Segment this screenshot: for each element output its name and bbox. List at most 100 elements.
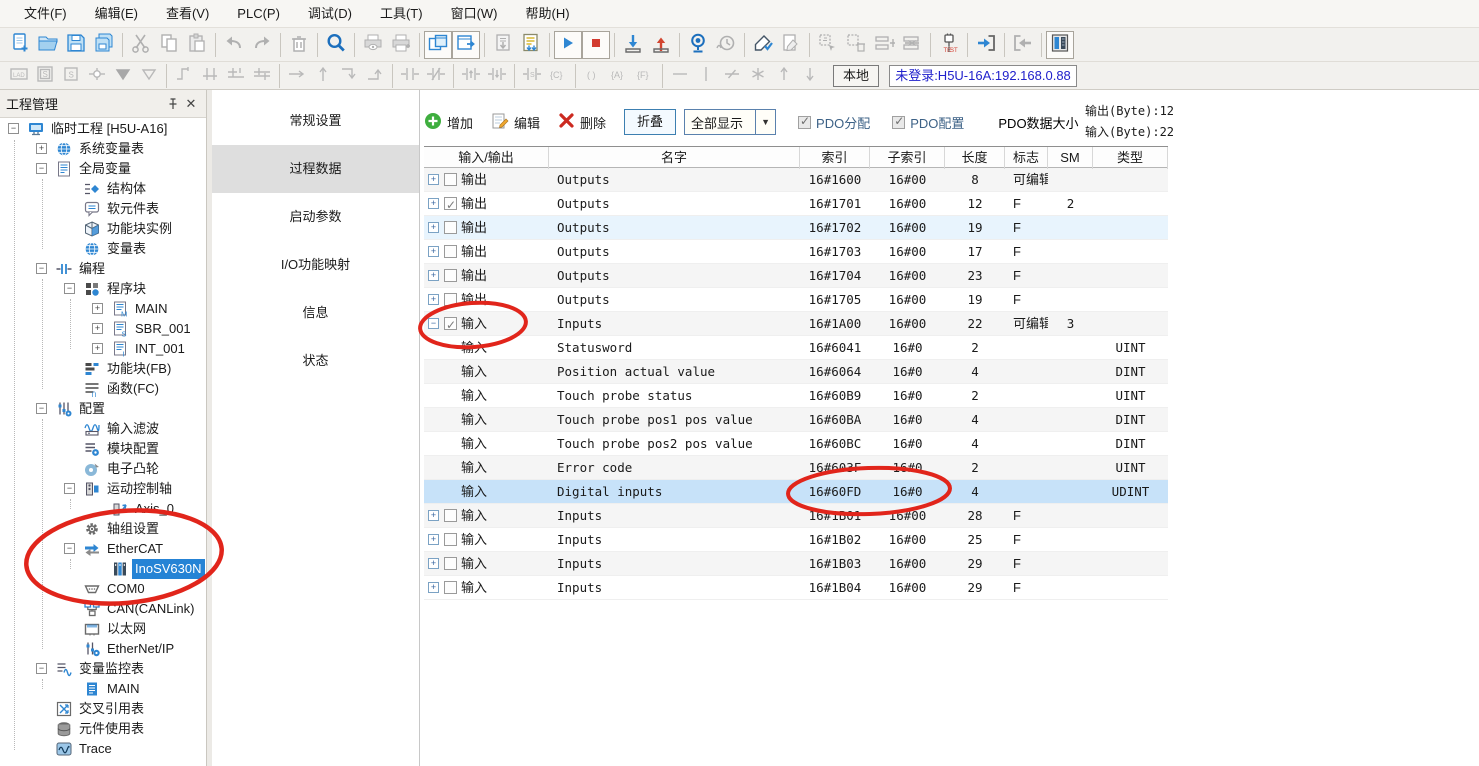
test-device-button[interactable]: TEST xyxy=(935,31,963,59)
print-button[interactable] xyxy=(387,31,415,59)
table-row-touch-probe-status[interactable]: 输入Touch probe status16#60B916#02UINT xyxy=(424,384,1168,408)
line-right-button[interactable] xyxy=(284,64,310,88)
new-file-button[interactable] xyxy=(6,31,34,59)
save-all-button[interactable] xyxy=(90,31,118,59)
expand-icon[interactable]: + xyxy=(428,582,439,593)
tree-item-[interactable]: 电子凸轮 xyxy=(0,459,206,479)
expand-icon[interactable]: + xyxy=(92,343,103,354)
edit-button[interactable]: 编辑 xyxy=(491,112,540,133)
arrow-down-button[interactable] xyxy=(797,64,823,88)
expand-icon[interactable]: + xyxy=(36,143,47,154)
tree-item-h5ua16[interactable]: −临时工程 [H5U-A16] xyxy=(0,119,206,139)
matrix-delete-button[interactable] xyxy=(842,31,870,59)
tree-item-[interactable]: 功能块实例 xyxy=(0,219,206,239)
trace-clock-button[interactable] xyxy=(712,31,740,59)
close-icon[interactable]: ✕ xyxy=(182,95,200,113)
tree-item-sbr_001[interactable]: +SSBR_001 xyxy=(0,319,206,339)
contact-closed-button[interactable] xyxy=(423,64,449,88)
expand-icon[interactable]: + xyxy=(428,246,439,257)
login-button[interactable] xyxy=(972,31,1000,59)
pdo-checkbox[interactable] xyxy=(444,197,457,210)
tab-[interactable]: 过程数据 xyxy=(212,145,419,193)
cascade-windows-button[interactable] xyxy=(424,31,452,59)
collapse-icon[interactable]: − xyxy=(64,283,75,294)
tree-item-[interactable]: 元件使用表 xyxy=(0,719,206,739)
tab-[interactable]: 启动参数 xyxy=(212,193,419,241)
table-row-16#1B04[interactable]: +输入Inputs16#1B0416#0029F xyxy=(424,576,1168,600)
tree-item-[interactable]: −全局变量 xyxy=(0,159,206,179)
download-plc-button[interactable] xyxy=(619,31,647,59)
export-window-button[interactable] xyxy=(452,31,480,59)
collapse-icon[interactable]: − xyxy=(8,123,19,134)
memory-book-button[interactable] xyxy=(1046,31,1074,59)
table-row-16#1701[interactable]: +输出Outputs16#170116#0012F2 xyxy=(424,192,1168,216)
collapse-icon[interactable]: − xyxy=(36,403,47,414)
logout-button[interactable] xyxy=(1009,31,1037,59)
pdo-checkbox[interactable] xyxy=(444,581,457,594)
expand-icon[interactable]: + xyxy=(92,303,103,314)
tree-item-fb[interactable]: 功能块(FB) xyxy=(0,359,206,379)
arrow-down-filled-button[interactable] xyxy=(110,64,136,88)
arrow-down-open-button[interactable] xyxy=(136,64,162,88)
pdo-checkbox[interactable] xyxy=(444,173,457,186)
coil-paren-button[interactable]: ( ) xyxy=(580,64,606,88)
table-row-16#1705[interactable]: +输出Outputs16#170516#0019F xyxy=(424,288,1168,312)
tab-[interactable]: 信息 xyxy=(212,289,419,337)
column-header-5[interactable]: 标志 xyxy=(1005,147,1048,169)
delete-button[interactable] xyxy=(285,31,313,59)
pdo-checkbox[interactable] xyxy=(444,317,457,330)
tree-item-cancanlink[interactable]: CAN(CANLink) xyxy=(0,599,206,619)
tab-io[interactable]: I/O功能映射 xyxy=(212,241,419,289)
tree-item-[interactable]: −程序块 xyxy=(0,279,206,299)
tab-[interactable]: 常规设置 xyxy=(212,97,419,145)
collapse-icon[interactable]: − xyxy=(428,318,439,329)
tree-item-[interactable]: 以太网 xyxy=(0,619,206,639)
undo-button[interactable] xyxy=(220,31,248,59)
compile-button[interactable] xyxy=(517,31,545,59)
expand-icon[interactable]: + xyxy=(92,323,103,334)
login-status-field[interactable]: 未登录:H5U-16A:192.168.0.88 xyxy=(889,65,1077,87)
tree-item-main[interactable]: MAIN xyxy=(0,679,206,699)
tree-item-[interactable]: 结构体 xyxy=(0,179,206,199)
tab-[interactable]: 状态 xyxy=(212,337,419,385)
column-header-7[interactable]: 类型 xyxy=(1093,147,1168,169)
expand-icon[interactable]: + xyxy=(428,198,439,209)
expand-icon[interactable]: + xyxy=(428,294,439,305)
table-row-touch-probe-pos1-pos-value[interactable]: 输入Touch probe pos1 pos value16#60BA16#04… xyxy=(424,408,1168,432)
rung-rail-button[interactable] xyxy=(249,64,275,88)
column-header-4[interactable]: 长度 xyxy=(945,147,1005,169)
table-row-position-actual-value[interactable]: 输入Position actual value16#606416#04DINT xyxy=(424,360,1168,384)
menu-f[interactable]: 文件(F) xyxy=(10,0,81,28)
tree-item-[interactable]: 模块配置 xyxy=(0,439,206,459)
tree-item-main[interactable]: +MMAIN xyxy=(0,299,206,319)
save-button[interactable] xyxy=(62,31,90,59)
pdo-checkbox[interactable] xyxy=(444,557,457,570)
collapse-icon[interactable]: − xyxy=(36,263,47,274)
column-header-2[interactable]: 索引 xyxy=(800,147,870,169)
corner-down-button[interactable] xyxy=(336,64,362,88)
contact-open-button[interactable] xyxy=(397,64,423,88)
pdo-checkbox[interactable] xyxy=(444,509,457,522)
pdo-checkbox[interactable] xyxy=(444,269,457,282)
tree-item-[interactable]: 软元件表 xyxy=(0,199,206,219)
paste-button[interactable] xyxy=(183,31,211,59)
coil-branch-button[interactable] xyxy=(84,64,110,88)
table-row-16#1B02[interactable]: +输入Inputs16#1B0216#0025F xyxy=(424,528,1168,552)
collapse-icon[interactable]: − xyxy=(64,543,75,554)
tree-item-inosv630n[interactable]: InoSV630N xyxy=(0,559,206,579)
menu-t[interactable]: 工具(T) xyxy=(366,0,437,28)
contact-rising-button[interactable] xyxy=(458,64,484,88)
table-row-16#1702[interactable]: +输出Outputs16#170216#0019F xyxy=(424,216,1168,240)
tree-item-[interactable]: +系统变量表 xyxy=(0,139,206,159)
table-row-16#1704[interactable]: +输出Outputs16#170416#0023F xyxy=(424,264,1168,288)
cut-button[interactable] xyxy=(127,31,155,59)
tree-item-fc[interactable]: ()函数(FC) xyxy=(0,379,206,399)
column-header-0[interactable]: 输入/输出 xyxy=(424,147,549,169)
pdo-checkbox[interactable] xyxy=(444,293,457,306)
run-button[interactable] xyxy=(554,31,582,59)
corner-up-button[interactable] xyxy=(362,64,388,88)
expand-icon[interactable]: + xyxy=(428,174,439,185)
column-header-6[interactable]: SM xyxy=(1048,147,1093,169)
menu-w[interactable]: 窗口(W) xyxy=(437,0,512,28)
coil-f-button[interactable]: {F} xyxy=(632,64,658,88)
